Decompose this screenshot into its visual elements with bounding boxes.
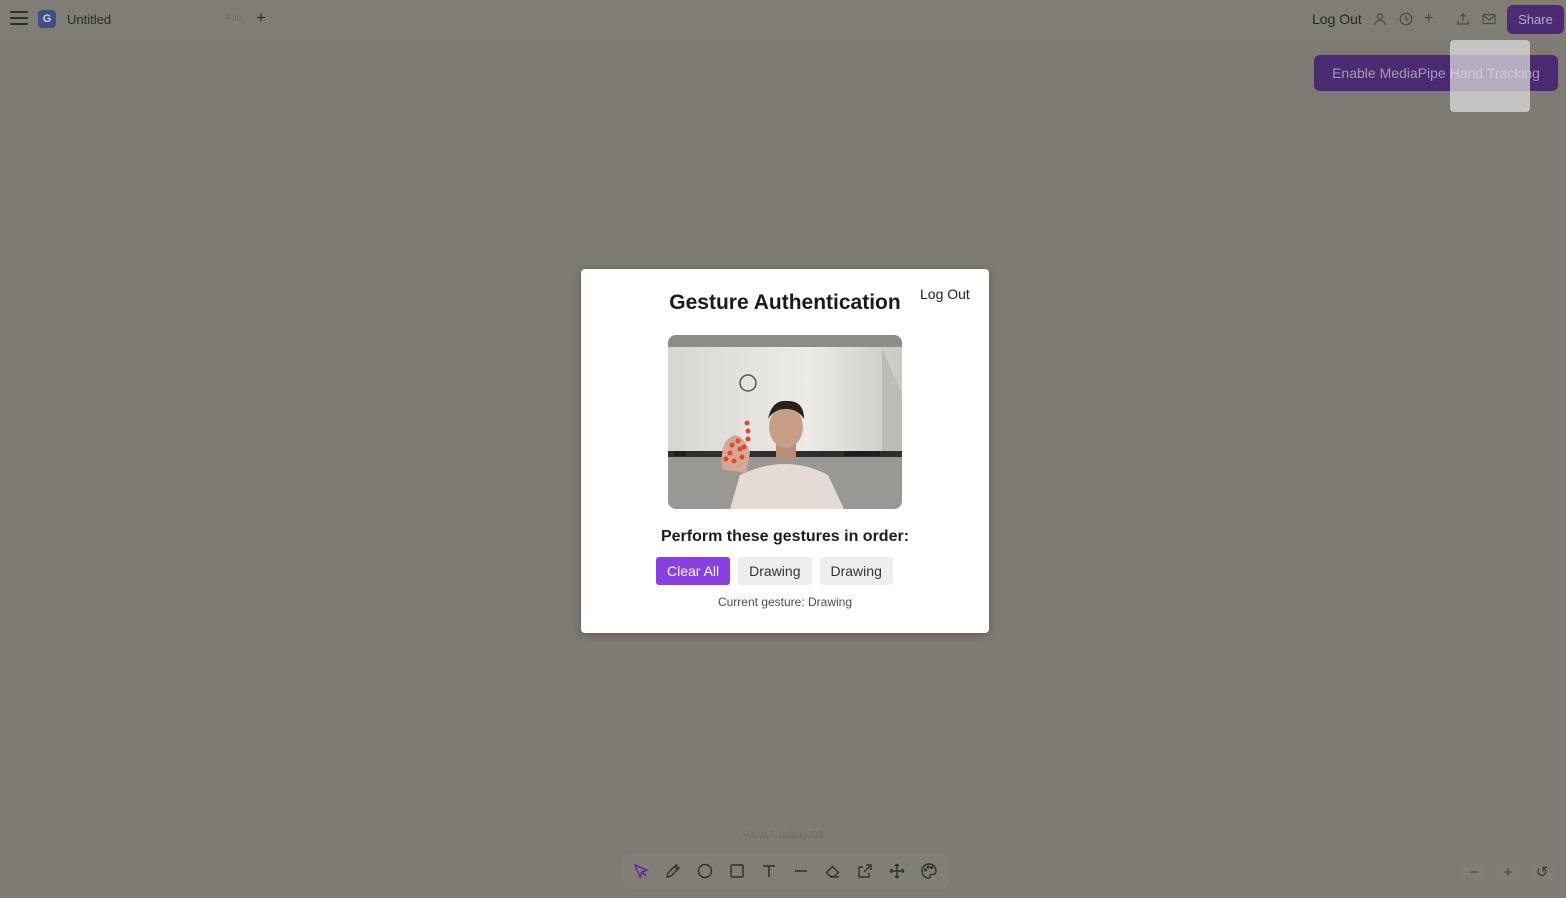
pencil-icon[interactable] (662, 860, 684, 882)
plus-icon[interactable]: + (1424, 10, 1433, 28)
history-icon[interactable] (1399, 12, 1413, 26)
circle-icon[interactable] (694, 860, 716, 882)
current-gesture-label: Current gesture: Drawing (717, 595, 853, 609)
select-icon[interactable] (630, 860, 652, 882)
gesture-step-drawing: Drawing (819, 557, 893, 585)
reset-view-button[interactable]: ↺ (1530, 860, 1554, 884)
hand-tracking-status: Hand Tracking Off (742, 830, 824, 841)
webcam-image (668, 335, 902, 509)
line-icon[interactable] (790, 860, 812, 882)
add-tab-icon[interactable]: + (256, 8, 266, 28)
gesture-auth-modal: Gesture Authentication Log Out Perform t… (581, 269, 989, 633)
rectangle-icon[interactable] (726, 860, 748, 882)
gesture-sequence: Clear All Drawing Drawing (656, 557, 893, 585)
drawing-toolbar (621, 853, 949, 889)
app-logo: G (38, 10, 56, 28)
highlight-overlay (1450, 40, 1530, 112)
gesture-step-clear-all: Clear All (656, 557, 731, 585)
gesture-step-drawing: Drawing (738, 557, 812, 585)
top-bar: G Untitled File + Log Out + Share (0, 0, 1566, 40)
palette-icon[interactable] (918, 860, 940, 882)
share-button[interactable]: Share (1507, 5, 1564, 34)
tab-file[interactable]: File (226, 13, 242, 24)
export-icon[interactable] (854, 860, 876, 882)
zoom-controls: − + ↺ (1462, 860, 1554, 884)
move-icon[interactable] (886, 860, 908, 882)
menu-icon[interactable] (10, 11, 28, 27)
logout-link[interactable]: Log Out (1312, 11, 1362, 27)
modal-logout-button[interactable]: Log Out (920, 286, 970, 302)
eraser-icon[interactable] (822, 860, 844, 882)
user-icon[interactable] (1373, 12, 1387, 26)
mail-icon[interactable] (1482, 13, 1496, 25)
zoom-out-button[interactable]: − (1462, 860, 1486, 884)
zoom-in-button[interactable]: + (1496, 860, 1520, 884)
upload-icon[interactable] (1456, 12, 1470, 26)
gesture-instruction: Perform these gestures in order: (660, 528, 910, 545)
camera-feed (668, 335, 902, 509)
text-icon[interactable] (758, 860, 780, 882)
document-title[interactable]: Untitled (67, 12, 111, 27)
